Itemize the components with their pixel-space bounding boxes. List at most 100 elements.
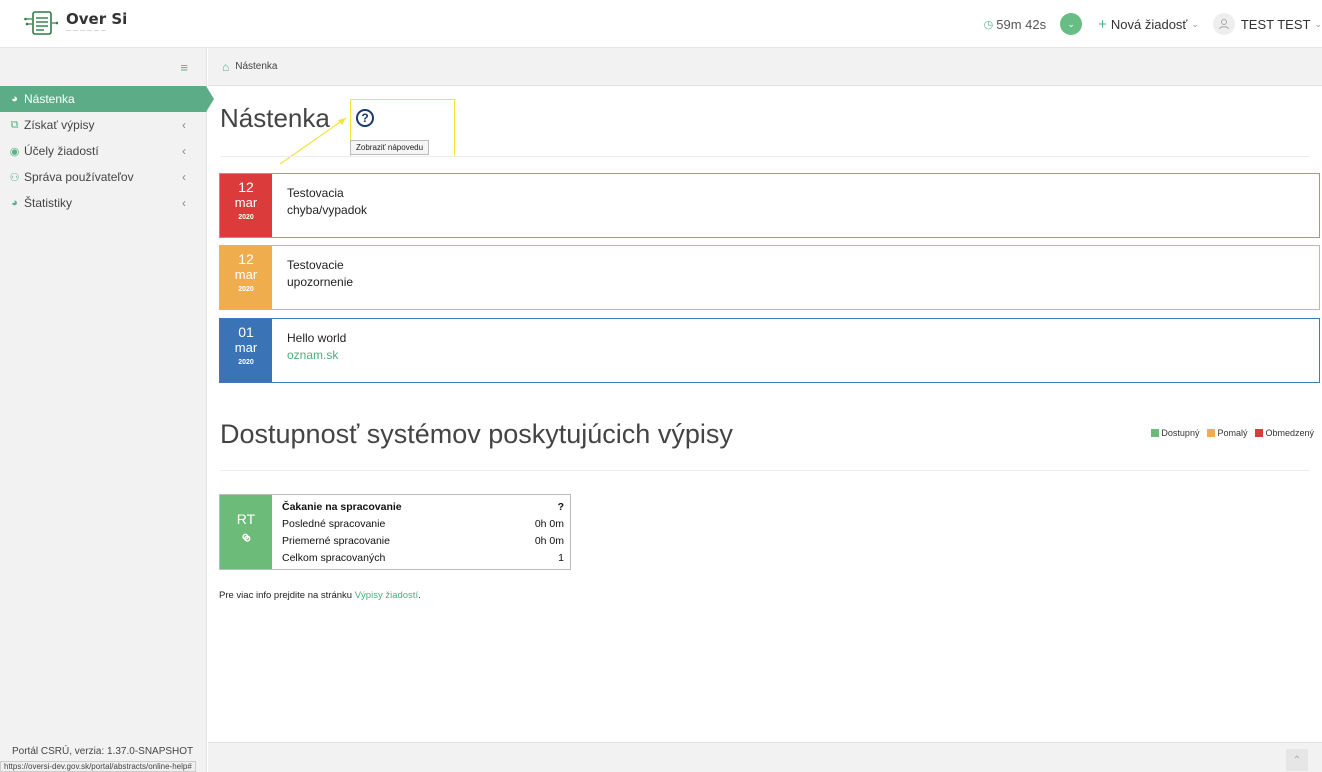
stat-label: Priemerné spracovanie <box>282 535 390 547</box>
dashboard-icon: ◕ <box>11 197 18 209</box>
home-icon[interactable]: ⌂ <box>222 60 229 74</box>
table-row: Posledné spracovanie 0h 0m <box>282 516 564 533</box>
legend-swatch <box>1207 429 1216 437</box>
notice-year: 2020 <box>238 359 254 366</box>
chevron-down-icon: ⌄ <box>1067 18 1075 29</box>
users-icon: ⚇ <box>9 171 20 184</box>
notice-card[interactable]: 01 mar 2020 Hello world oznam.sk <box>219 318 1320 383</box>
notice-link[interactable]: oznam.sk <box>287 347 346 364</box>
divider <box>220 470 1310 471</box>
notice-day: 01 <box>238 324 254 340</box>
dashboard-icon: ◕ <box>11 93 18 105</box>
hamburger-icon: ≡ <box>180 59 188 75</box>
system-status-card: RT ⚭ Čakanie na spracovanie ? Posledné s… <box>219 494 571 570</box>
notice-day: 12 <box>238 251 254 267</box>
stat-label: Celkom spracovaných <box>282 552 386 564</box>
app-logo[interactable]: Over Si — — — — — — <box>24 9 127 37</box>
notice-date-badge: 12 mar 2020 <box>220 246 272 309</box>
scroll-to-top-button[interactable]: ⌃ <box>1286 749 1308 771</box>
more-info-suffix: . <box>418 590 421 601</box>
table-row: Celkom spracovaných 1 <box>282 550 564 567</box>
annotation-arrow <box>279 117 347 165</box>
stat-label: Posledné spracovanie <box>282 518 386 530</box>
notice-title: Hello world <box>287 331 347 345</box>
legend-label: Pomalý <box>1217 428 1248 438</box>
legend-swatch <box>1255 429 1264 437</box>
plus-icon: + <box>1098 15 1107 33</box>
chevron-left-icon: ‹ <box>182 170 186 184</box>
notice-title: Testovacie <box>287 258 344 272</box>
notice-card[interactable]: 12 mar 2020 Testovacia chyba/vypadok <box>219 173 1320 238</box>
system-code: RT <box>236 511 256 527</box>
new-request-button[interactable]: + Nová žiadosť ⌄ <box>1098 16 1199 33</box>
sidebar-toggle-button[interactable]: ≡ <box>0 48 206 86</box>
table-row: Priemerné spracovanie 0h 0m <box>282 533 564 550</box>
notice-date-badge: 12 mar 2020 <box>220 174 272 237</box>
timer-value: 59m 42s <box>996 16 1047 32</box>
sidebar-item-label: Účely žiadostí <box>24 144 99 158</box>
help-tooltip: Zobraziť nápovedu <box>350 140 430 155</box>
sidebar-item-request-purposes[interactable]: ◉ Účely žiadostí ‹ <box>0 138 206 164</box>
system-badge: RT ⚭ <box>220 495 272 569</box>
target-icon: ◉ <box>9 145 20 158</box>
user-name: TEST TEST <box>1240 16 1311 32</box>
stat-value: 1 <box>558 552 564 564</box>
chevron-up-icon: ⌃ <box>1292 754 1302 766</box>
sidebar-item-user-management[interactable]: ⚇ Správa používateľov ‹ <box>0 164 206 190</box>
sidebar-item-label: Nástenka <box>24 92 75 106</box>
stat-label: Čakanie na spracovanie <box>282 501 402 513</box>
status-legend: Dostupný Pomalý Obmedzený <box>1143 428 1314 438</box>
main-content: Nástenka ? Zobraziť nápovedu 12 mar 2020… <box>208 87 1322 742</box>
clock-icon: ◷ <box>983 18 994 31</box>
user-menu[interactable]: TEST TEST ⌄ <box>1212 13 1322 35</box>
logo-icon <box>24 9 59 37</box>
chevron-left-icon: ‹ <box>182 144 186 158</box>
chevron-down-icon: ⌄ <box>1314 18 1322 29</box>
system-stats-table: Čakanie na spracovanie ? Posledné spraco… <box>282 499 564 567</box>
sidebar-item-label: Získať výpisy <box>24 118 95 132</box>
notice-text: upozornenie <box>287 275 354 289</box>
notice-card[interactable]: 12 mar 2020 Testovacie upozornenie <box>219 245 1320 310</box>
page-footer: ⌃ <box>208 742 1322 772</box>
logo-name: Over Si <box>66 10 128 28</box>
stat-value: 0h 0m <box>534 535 564 547</box>
sidebar-item-dashboard[interactable]: ◕ Nástenka <box>0 86 214 112</box>
copy-icon: ⧉ <box>10 118 19 131</box>
sidebar-item-label: Štatistiky <box>24 196 73 210</box>
stat-value: 0h 0m <box>534 518 564 530</box>
status-indicator-button[interactable]: ⌄ <box>1060 13 1083 35</box>
availability-title: Dostupnosť systémov poskytujúcich výpisy <box>220 419 733 449</box>
notice-title: Testovacia <box>287 186 344 200</box>
legend-item-available: Dostupný <box>1151 428 1199 438</box>
legend-item-slow: Pomalý <box>1207 428 1247 438</box>
breadcrumb-current: Nástenka <box>235 61 278 72</box>
notice-month: mar <box>234 340 258 355</box>
version-text: Portál CSRÚ, verzia: 1.37.0-SNAPSHOT <box>12 746 194 757</box>
sidebar-item-statistics[interactable]: ◕ Štatistiky ‹ <box>0 190 206 216</box>
extracts-requests-link[interactable]: Výpisy žiadostí <box>355 590 418 601</box>
stat-value: ? <box>557 501 564 513</box>
session-timer: ◷ 59m 42s <box>984 17 1046 32</box>
logo-tagline: — — — — — — <box>66 28 107 34</box>
legend-label: Dostupný <box>1161 428 1200 438</box>
more-info-text: Pre viac info prejdite na stránku Výpisy… <box>219 590 421 601</box>
legend-item-limited: Obmedzený <box>1255 428 1314 438</box>
notice-year: 2020 <box>238 286 254 293</box>
help-highlight-box: ? Zobraziť nápovedu <box>350 99 455 157</box>
chevron-left-icon: ‹ <box>182 118 186 132</box>
table-row: Čakanie na spracovanie ? <box>282 499 564 516</box>
top-header: Over Si — — — — — — ◷ 59m 42s ⌄ + Nová ž… <box>0 0 1322 48</box>
breadcrumb: ⌂ Nástenka <box>208 48 1322 86</box>
help-icon[interactable]: ? <box>356 109 374 127</box>
notice-year: 2020 <box>238 214 254 221</box>
new-request-label: Nová žiadosť <box>1110 16 1188 32</box>
sidebar: ≡ ◕ Nástenka ⧉ Získať výpisy ‹ ◉ Účely ž… <box>0 48 214 772</box>
chevron-left-icon: ‹ <box>182 196 186 210</box>
notice-month: mar <box>234 195 258 210</box>
more-info-prefix: Pre viac info prejdite na stránku <box>219 590 355 601</box>
browser-status-url: https://oversi-dev.gov.sk/portal/abstrac… <box>0 761 196 772</box>
notice-month: mar <box>234 267 258 282</box>
sidebar-item-label: Správa používateľov <box>24 170 134 184</box>
divider <box>220 156 1310 157</box>
sidebar-item-get-extracts[interactable]: ⧉ Získať výpisy ‹ <box>0 112 206 138</box>
